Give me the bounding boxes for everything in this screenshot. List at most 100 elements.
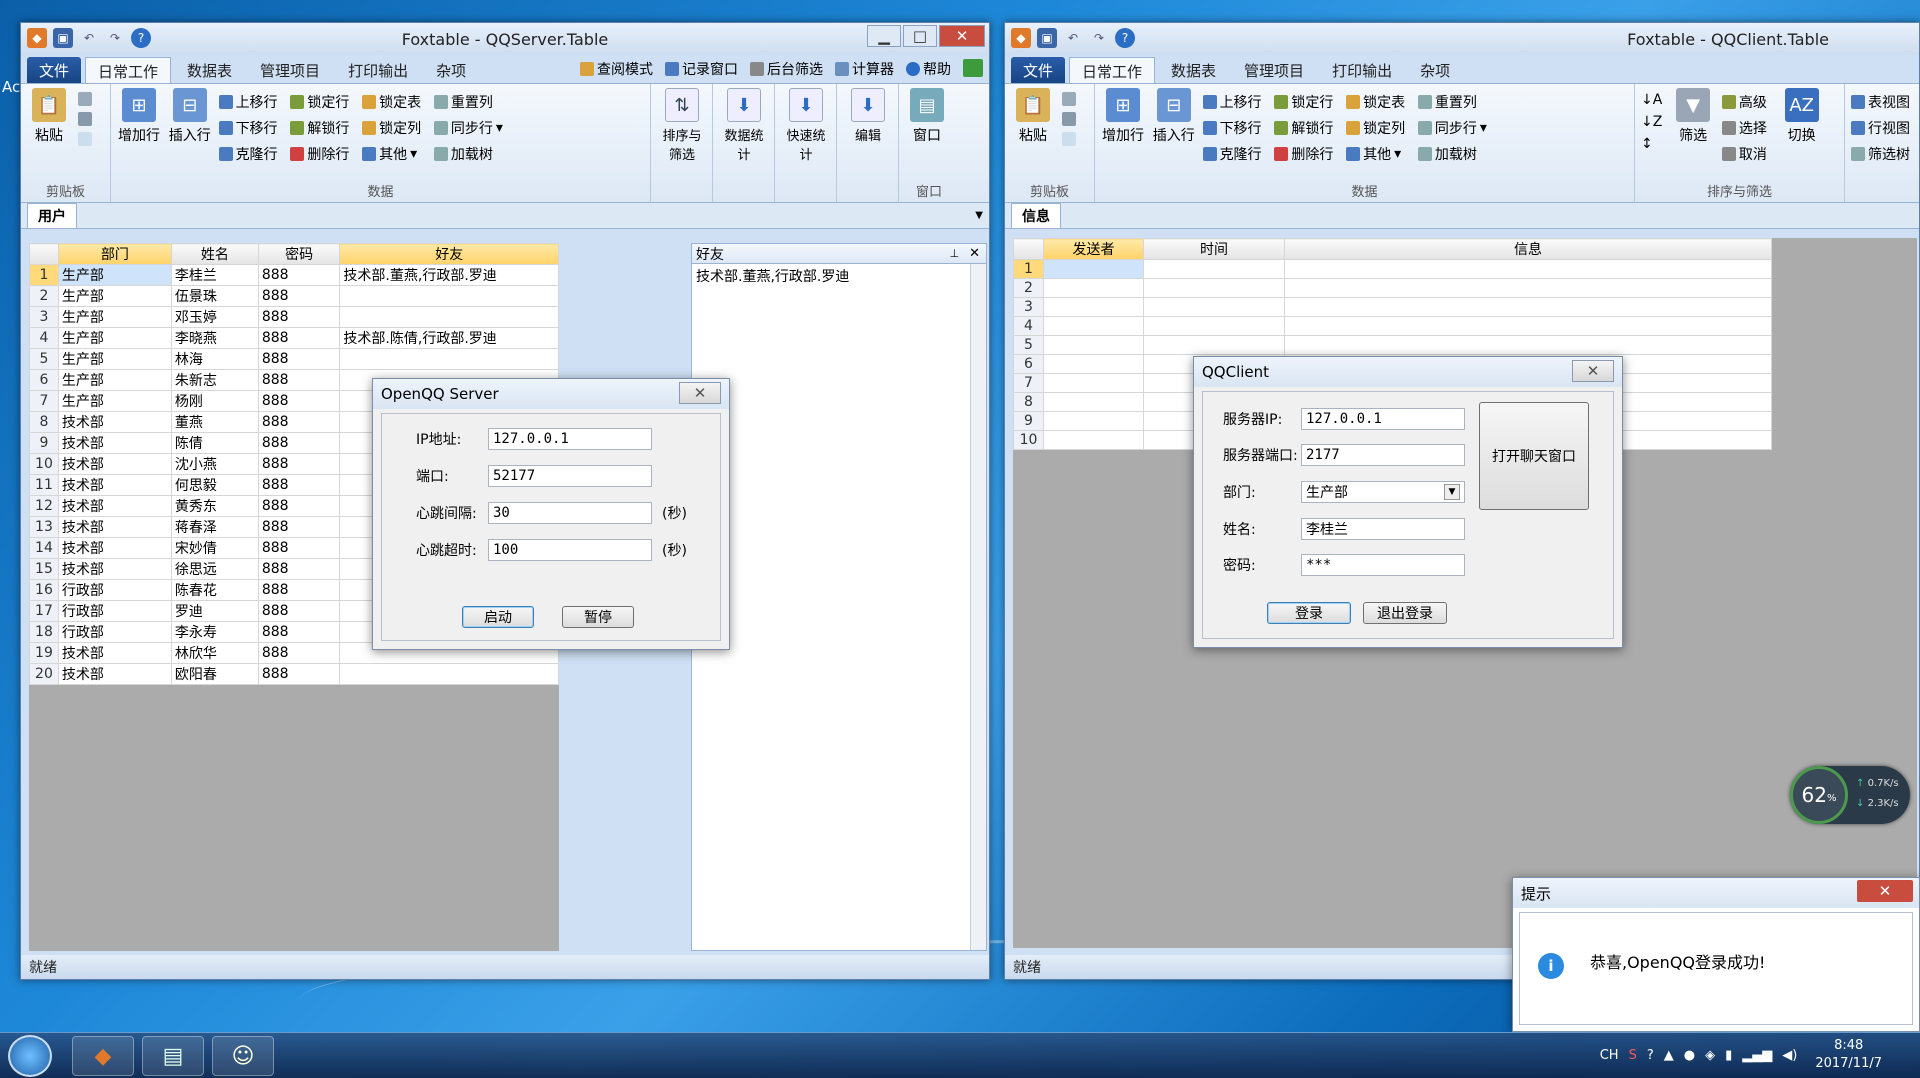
table-cell[interactable]: 技术部 <box>57 474 172 496</box>
unlock-row-button[interactable]: 解锁行 <box>1274 118 1333 138</box>
sort-ascending-icon[interactable]: ↓A <box>1641 92 1662 108</box>
name-input[interactable] <box>1301 518 1465 540</box>
table-row[interactable]: 20 技术部 欧阳春 888 <box>29 663 559 685</box>
help-icon[interactable]: ? <box>1115 28 1135 48</box>
quick-stats-button[interactable]: ⬇ 快速统计 <box>781 88 831 163</box>
row-number[interactable]: 1 <box>29 264 59 286</box>
password-input[interactable] <box>1301 554 1465 576</box>
table-cell[interactable] <box>1143 316 1285 336</box>
table-row[interactable]: 5 <box>1013 335 1772 355</box>
heartbeat-interval-input[interactable] <box>488 502 652 524</box>
row-view-button[interactable]: 行视图 <box>1851 118 1910 138</box>
login-button[interactable]: 登录 <box>1267 602 1351 624</box>
copy-icon[interactable] <box>1061 92 1076 106</box>
sync-row-button[interactable]: 同步行 ▾ <box>1417 118 1487 138</box>
table-cell[interactable]: 李桂兰 <box>170 264 259 286</box>
table-cell[interactable]: 技术部 <box>57 432 172 454</box>
sort-descending-icon[interactable]: ↓Z <box>1641 114 1662 130</box>
select-filter-button[interactable]: 选择 <box>1721 118 1767 138</box>
save-icon[interactable]: ▣ <box>1037 28 1057 48</box>
table-cell[interactable]: 陈倩 <box>170 432 259 454</box>
clone-row-button[interactable]: 克隆行 <box>1202 144 1262 164</box>
table-cell[interactable] <box>1043 373 1144 393</box>
table-cell[interactable]: 888 <box>257 390 341 412</box>
tab-print-output[interactable]: 打印输出 <box>336 57 420 83</box>
save-icon[interactable]: ▣ <box>53 28 73 48</box>
users-icon[interactable] <box>963 59 983 77</box>
row-number[interactable]: 1 <box>1013 259 1044 279</box>
table-cell[interactable]: 888 <box>257 579 341 601</box>
maximize-icon[interactable]: □ <box>903 25 937 47</box>
table-cell[interactable]: 生产部 <box>57 285 172 307</box>
tab-data-table[interactable]: 数据表 <box>1159 57 1228 83</box>
table-cell[interactable]: 生产部 <box>57 327 172 349</box>
close-icon[interactable]: ✕ <box>1572 360 1614 382</box>
corner-cell[interactable] <box>29 243 59 265</box>
window-button[interactable]: ▤ 窗口 <box>905 88 949 145</box>
table-cell[interactable]: 888 <box>257 474 341 496</box>
row-number[interactable]: 12 <box>29 495 59 517</box>
table-cell[interactable] <box>1284 297 1772 317</box>
taskbar-window-icon[interactable]: ▤ <box>142 1036 204 1076</box>
row-number[interactable]: 3 <box>29 306 59 328</box>
unlock-row-button[interactable]: 解锁行 <box>290 118 349 138</box>
table-cell[interactable]: 888 <box>257 369 341 391</box>
chevron-down-icon[interactable]: ▼ <box>1444 484 1460 500</box>
heartbeat-timeout-input[interactable] <box>488 539 652 561</box>
taskbar-foxtable-icon[interactable]: ◆ <box>72 1036 134 1076</box>
port-input[interactable] <box>488 465 652 487</box>
add-row-button[interactable]: ⊞ 增加行 <box>1101 88 1145 145</box>
qq-icon[interactable]: ● <box>1684 1048 1695 1063</box>
lock-table-button[interactable]: 锁定表 <box>1346 92 1405 112</box>
table-cell[interactable]: 技术部 <box>57 558 172 580</box>
row-number[interactable]: 14 <box>29 537 59 559</box>
close-icon[interactable]: ✕ <box>939 25 985 47</box>
row-number[interactable]: 6 <box>1013 354 1044 374</box>
row-number[interactable]: 9 <box>29 432 59 454</box>
lock-column-button[interactable]: 锁定列 <box>1346 118 1405 138</box>
other-button[interactable]: 其他 ▾ <box>362 144 421 164</box>
add-row-button[interactable]: ⊞ 增加行 <box>117 88 161 145</box>
table-cell[interactable] <box>339 663 559 685</box>
row-number[interactable]: 2 <box>1013 278 1044 298</box>
move-up-button[interactable]: 上移行 <box>1202 92 1262 112</box>
friend-panel-scrollbar[interactable] <box>970 264 986 950</box>
table-cell[interactable] <box>1043 430 1144 450</box>
table-cell[interactable] <box>1284 316 1772 336</box>
clock[interactable]: 8:48 2017/11/7 <box>1815 1037 1882 1073</box>
table-cell[interactable]: 技术部 <box>57 516 172 538</box>
table-row[interactable]: 4 <box>1013 316 1772 336</box>
table-cell[interactable]: 888 <box>257 663 341 685</box>
table-cell[interactable]: 技术部 <box>57 537 172 559</box>
table-cell[interactable]: 888 <box>257 537 341 559</box>
table-row[interactable]: 2 <box>1013 278 1772 298</box>
lock-row-button[interactable]: 锁定行 <box>290 92 349 112</box>
table-cell[interactable] <box>1143 259 1285 279</box>
table-cell[interactable]: 行政部 <box>57 600 172 622</box>
panel-close-icon[interactable]: ✕ <box>969 246 980 261</box>
row-number[interactable]: 9 <box>1013 411 1044 431</box>
table-cell[interactable] <box>339 306 559 328</box>
table-cell[interactable]: 888 <box>257 558 341 580</box>
column-header-sender[interactable]: 发送者 <box>1043 238 1144 260</box>
load-tree-button[interactable]: 加载树 <box>433 144 503 164</box>
table-cell[interactable]: 888 <box>257 264 341 286</box>
server-ip-input[interactable] <box>1301 408 1465 430</box>
column-header-password[interactable]: 密码 <box>257 243 341 265</box>
table-cell[interactable]: 宋妙倩 <box>170 537 259 559</box>
move-down-button[interactable]: 下移行 <box>1202 118 1262 138</box>
open-chat-window-button[interactable]: 打开聊天窗口 <box>1479 402 1589 510</box>
taskbar-avatar-icon[interactable]: ☺ <box>212 1036 274 1076</box>
paste-button[interactable]: 📋 粘贴 <box>27 88 71 145</box>
cancel-filter-button[interactable]: 取消 <box>1721 144 1767 164</box>
tab-daily-work[interactable]: 日常工作 <box>85 57 172 83</box>
volume-icon[interactable]: ◀) <box>1782 1048 1797 1063</box>
table-cell[interactable] <box>339 285 559 307</box>
delete-row-button[interactable]: 删除行 <box>1274 144 1333 164</box>
insert-row-button[interactable]: ⊟ 插入行 <box>1152 88 1196 145</box>
delete-row-button[interactable]: 删除行 <box>290 144 349 164</box>
table-cell[interactable]: 罗迪 <box>170 600 259 622</box>
row-number[interactable]: 4 <box>1013 316 1044 336</box>
help-button[interactable]: 帮助 <box>906 59 951 79</box>
help-icon[interactable]: ? <box>1647 1048 1654 1063</box>
